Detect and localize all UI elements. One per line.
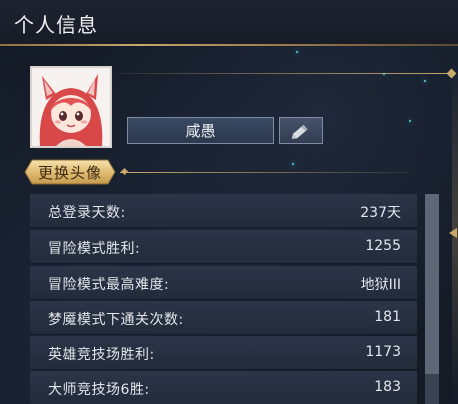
stat-value: 1173 — [365, 344, 401, 360]
stat-value: 地狱III — [360, 277, 401, 293]
stat-row-master-arena-6-wins: 大师竞技场6胜: 183 — [30, 371, 417, 404]
header-divider — [0, 44, 458, 46]
stat-value: 237天 — [360, 205, 401, 221]
avatar-portrait-image — [32, 68, 110, 146]
stat-label: 梦魇模式下通关次数: — [48, 312, 184, 328]
header-bar: 个人信息 — [0, 0, 458, 44]
avatar-decorative-line — [120, 172, 410, 173]
collapse-arrow-icon[interactable] — [449, 228, 457, 238]
stat-value: 181 — [374, 309, 401, 325]
stats-list[interactable]: 总登录天数: 237天 冒险模式胜利: 1255 冒险模式最高难度: 地狱III… — [30, 194, 418, 404]
stat-row-nightmare-clears: 梦魇模式下通关次数: 181 — [30, 301, 417, 335]
stat-row-adventure-wins: 冒险模式胜利: 1255 — [30, 230, 417, 264]
stat-label: 英雄竞技场胜利: — [48, 347, 155, 363]
background-star — [296, 51, 298, 53]
stats-scrollbar-thumb[interactable] — [425, 194, 439, 374]
page-title: 个人信息 — [14, 13, 98, 37]
stat-row-login-days: 总登录天数: 237天 — [30, 194, 417, 228]
stat-value: 1255 — [365, 238, 401, 254]
background-star — [292, 163, 294, 165]
stat-label: 冒险模式最高难度: — [48, 277, 170, 293]
stat-label: 总登录天数: — [48, 205, 126, 221]
pencil-icon — [291, 124, 308, 139]
stat-label: 大师竞技场6胜: — [48, 382, 150, 398]
stat-row-adventure-max-difficulty: 冒险模式最高难度: 地狱III — [30, 266, 417, 300]
edit-name-button[interactable] — [279, 117, 323, 144]
background-star — [424, 80, 426, 82]
stat-row-hero-arena-wins: 英雄竞技场胜利: 1173 — [30, 336, 417, 370]
stat-value: 183 — [374, 379, 401, 395]
avatar-decorative-diamond — [120, 167, 129, 176]
avatar[interactable] — [30, 66, 112, 148]
stat-label: 冒险模式胜利: — [48, 241, 141, 257]
player-name-field[interactable]: 咸愚 — [127, 117, 274, 144]
change-avatar-button[interactable]: 更换头像 — [24, 159, 116, 185]
background-star — [409, 120, 411, 122]
change-avatar-label: 更换头像 — [37, 163, 102, 182]
top-decorative-line — [118, 73, 453, 74]
